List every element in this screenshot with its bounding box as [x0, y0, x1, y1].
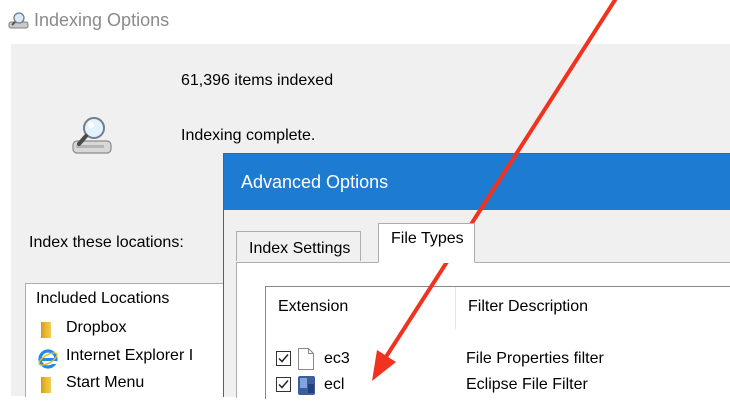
included-locations-list[interactable]: Included Locations Dropbox Internet Expl…: [25, 283, 237, 397]
location-label: Internet Explorer I: [66, 347, 194, 364]
dialog-title: Advanced Options: [241, 172, 389, 192]
location-label: Dropbox: [66, 319, 127, 336]
file-types-list[interactable]: Extension Filter Description ec3 File Pr…: [265, 286, 730, 399]
file-type-row[interactable]: ec3 File Properties filter: [266, 348, 730, 372]
blank-file-icon: [297, 348, 315, 370]
items-indexed-count: 61,396 items indexed: [181, 72, 334, 89]
filter-description: File Properties filter: [466, 350, 604, 367]
eclipse-file-icon: [297, 374, 315, 396]
indexing-options-icon: [8, 11, 30, 31]
file-type-row[interactable]: ecl Eclipse File Filter: [266, 374, 730, 398]
filter-description: Eclipse File Filter: [466, 376, 588, 393]
tab-index-settings[interactable]: Index Settings: [236, 231, 362, 261]
indexing-drive-icon: [70, 116, 118, 160]
advanced-options-dialog: Advanced Options Index Settings File Typ…: [223, 153, 730, 399]
indexing-status: Indexing complete.: [181, 127, 316, 144]
window-titlebar: Indexing Options: [0, 0, 730, 44]
extension-label: ecl: [324, 376, 345, 393]
column-header-filter-description[interactable]: Filter Description: [456, 287, 730, 329]
internet-explorer-icon: [38, 349, 58, 369]
folder-icon: [38, 376, 56, 394]
tab-file-types[interactable]: File Types: [378, 223, 475, 263]
included-locations-header[interactable]: Included Locations: [36, 290, 169, 308]
file-types-panel: Extension Filter Description ec3 File Pr…: [236, 262, 730, 399]
dialog-tab-strip: Index Settings File Types: [236, 223, 730, 263]
location-label: Start Menu: [66, 374, 145, 391]
column-header-extension[interactable]: Extension: [266, 287, 456, 329]
folder-icon: [38, 321, 56, 339]
extension-checkbox[interactable]: [276, 377, 291, 392]
dialog-titlebar[interactable]: Advanced Options: [224, 154, 730, 210]
index-locations-label: Index these locations:: [29, 234, 184, 251]
window-title: Indexing Options: [34, 10, 170, 30]
extension-label: ec3: [324, 350, 350, 367]
extension-checkbox[interactable]: [276, 351, 291, 366]
